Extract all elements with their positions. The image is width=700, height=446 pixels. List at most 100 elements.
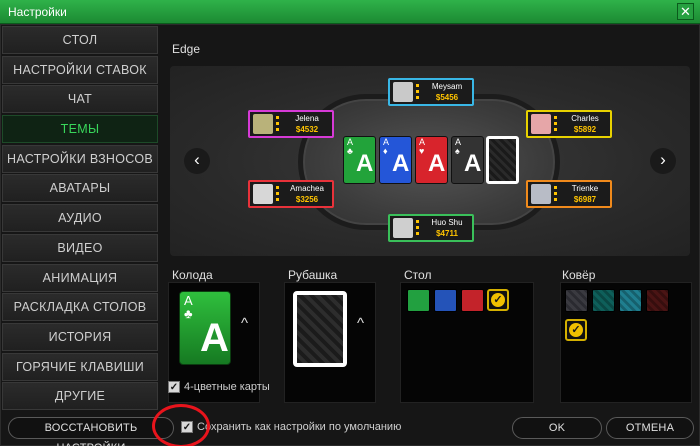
settings-sidebar: СТОЛ НАСТРОЙКИ СТАВОК ЧАТ ТЕМЫ НАСТРОЙКИ… — [2, 26, 158, 412]
carpet-swatch[interactable] — [565, 289, 588, 312]
ok-button[interactable]: OK — [512, 417, 602, 439]
player-chips: $3256 — [295, 195, 319, 204]
sidebar-item-animation[interactable]: АНИМАЦИЯ — [2, 263, 158, 292]
player-chips: $5892 — [573, 125, 597, 134]
cancel-button[interactable]: ОТМЕНА — [606, 417, 694, 439]
player-seat: Amachea $3256 — [248, 180, 334, 208]
chip-dots — [554, 116, 557, 133]
sidebar-item-label: АНИМАЦИЯ — [42, 270, 118, 285]
player-name: Trienke — [571, 184, 599, 193]
sidebar-item-label: НАСТРОЙКИ СТАВОК — [13, 62, 147, 77]
board-card: A ♣ A — [343, 136, 376, 184]
chip-dots — [276, 186, 279, 203]
chip-dots — [554, 186, 557, 203]
table-color-swatch-selected[interactable]: ✓ — [487, 289, 509, 311]
carpet-label: Ковёр — [562, 268, 596, 282]
save-as-default-label: Сохранить как настройки по умолчанию — [197, 421, 402, 433]
sidebar-item-label: НАСТРОЙКИ ВЗНОСОВ — [7, 151, 153, 166]
card-back-label: Рубашка — [288, 268, 338, 282]
sidebar-item-table[interactable]: СТОЛ — [2, 26, 158, 54]
sidebar-item-label: ИСТОРИЯ — [48, 329, 112, 344]
player-seat: Jelena $4532 — [248, 110, 334, 138]
sidebar-item-buyin-settings[interactable]: НАСТРОЙКИ ВЗНОСОВ — [2, 144, 158, 173]
chevron-left-icon[interactable]: ‹ — [184, 148, 210, 174]
sidebar-item-table-layout[interactable]: РАСКЛАДКА СТОЛОВ — [2, 293, 158, 322]
card-rank: A — [356, 150, 374, 177]
card-back — [486, 136, 519, 184]
chevron-up-icon[interactable]: ^ — [357, 315, 364, 332]
sidebar-item-label: ДРУГИЕ — [54, 389, 106, 404]
player-name: Jelena — [295, 114, 319, 123]
carpet-swatch[interactable] — [619, 289, 642, 312]
close-icon[interactable]: ✕ — [677, 3, 694, 20]
board-card: A ♠ A — [451, 136, 484, 184]
sidebar-item-label: АУДИО — [58, 211, 102, 226]
check-icon: ✓ — [491, 293, 505, 307]
player-chips: $6987 — [573, 195, 597, 204]
avatar — [253, 184, 273, 204]
player-seat: Charles $5892 — [526, 110, 612, 138]
chip-dots — [276, 116, 279, 133]
avatar — [393, 82, 413, 102]
sidebar-item-label: ГОРЯЧИЕ КЛАВИШИ — [15, 359, 145, 374]
card-corner: A ♥ — [419, 137, 426, 156]
player-name: Huo Shu — [431, 218, 463, 227]
avatar — [253, 114, 273, 134]
avatar — [531, 184, 551, 204]
board-card: A ♥ A — [415, 136, 448, 184]
four-color-checkbox[interactable]: ✓ — [168, 381, 180, 393]
check-icon: ✓ — [569, 323, 583, 337]
card-corner: A ♦ — [383, 137, 390, 156]
theme-name: Edge — [172, 42, 201, 56]
avatar — [531, 114, 551, 134]
chevron-up-icon[interactable]: ^ — [241, 315, 248, 332]
table-color-panel: ✓ — [400, 282, 534, 403]
table-color-swatch[interactable] — [434, 289, 457, 312]
player-chips: $4532 — [295, 125, 319, 134]
card-back-panel: ^ — [284, 282, 376, 403]
table-preview: ‹ › Meysam $5456 Jelena $4532 Charles $5… — [170, 66, 690, 256]
card-rank: A — [464, 150, 482, 177]
sidebar-item-history[interactable]: ИСТОРИЯ — [2, 322, 158, 351]
player-seat: Meysam $5456 — [388, 78, 474, 106]
table-color-swatch[interactable] — [407, 289, 430, 312]
window-title: Настройки — [8, 5, 67, 19]
sidebar-item-bet-settings[interactable]: НАСТРОЙКИ СТАВОК — [2, 55, 158, 84]
sidebar-item-audio[interactable]: АУДИО — [2, 204, 158, 233]
player-chips: $5456 — [435, 93, 459, 102]
carpet-swatch[interactable] — [592, 289, 615, 312]
player-name: Meysam — [431, 82, 463, 91]
card-rank: A — [428, 150, 446, 177]
carpet-swatch[interactable] — [646, 289, 669, 312]
sidebar-item-other[interactable]: ДРУГИЕ — [2, 382, 158, 411]
restore-defaults-button[interactable]: ВОССТАНОВИТЬ НАСТРОЙКИ — [8, 417, 174, 446]
carpet-swatch-selected[interactable]: ✓ — [565, 319, 587, 341]
card-corner: A ♠ — [455, 137, 462, 156]
player-seat: Huo Shu $4711 — [388, 214, 474, 242]
chevron-right-icon[interactable]: › — [650, 148, 676, 174]
sidebar-item-video[interactable]: ВИДЕО — [2, 233, 158, 262]
avatar — [393, 218, 413, 238]
sidebar-item-chat[interactable]: ЧАТ — [2, 85, 158, 114]
sidebar-item-label: ВИДЕО — [57, 240, 103, 255]
deck-preview-card[interactable]: A ♣ A — [179, 291, 231, 365]
sidebar-item-label: ЧАТ — [67, 92, 93, 107]
table-color-swatch[interactable] — [461, 289, 484, 312]
chip-dots — [416, 84, 419, 101]
card-back-preview[interactable] — [293, 291, 347, 367]
card-rank: A — [200, 316, 229, 360]
sidebar-item-label: РАСКЛАДКА СТОЛОВ — [13, 300, 147, 315]
carpet-panel: ✓ — [560, 282, 692, 403]
sidebar-item-hotkeys[interactable]: ГОРЯЧИЕ КЛАВИШИ — [2, 352, 158, 381]
player-name: Charles — [571, 114, 599, 123]
highlight-circle — [152, 404, 210, 446]
sidebar-item-label: СТОЛ — [62, 33, 98, 47]
player-seat: Trienke $6987 — [526, 180, 612, 208]
sidebar-item-label: АВАТАРЫ — [49, 181, 111, 196]
sidebar-item-avatars[interactable]: АВАТАРЫ — [2, 174, 158, 203]
sidebar-item-themes[interactable]: ТЕМЫ — [2, 115, 158, 144]
board-card: A ♦ A — [379, 136, 412, 184]
player-chips: $4711 — [436, 229, 458, 238]
card-rank: A — [392, 150, 410, 177]
chip-dots — [416, 220, 419, 237]
